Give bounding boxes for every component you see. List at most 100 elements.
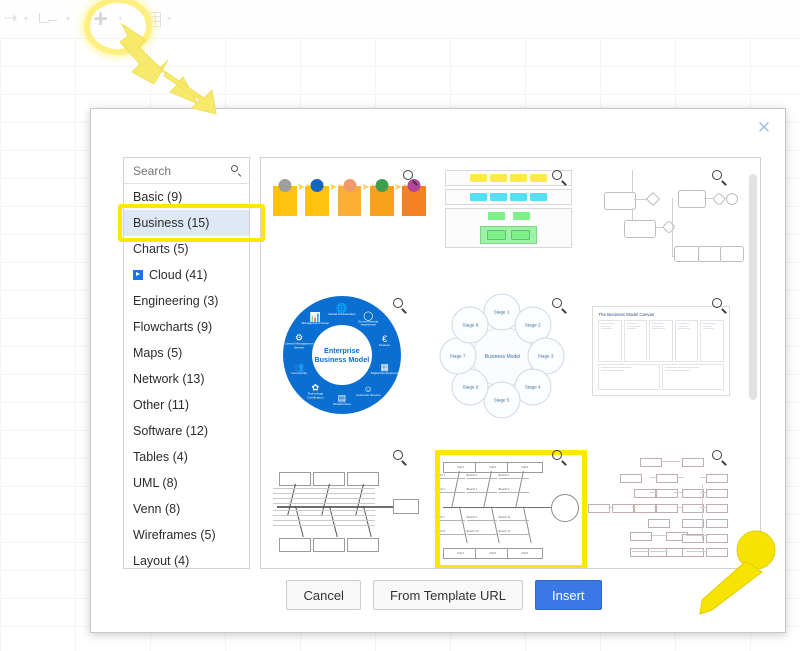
template-thumb-bpmn-flow[interactable] xyxy=(586,164,744,292)
close-icon[interactable]: ✕ xyxy=(755,119,773,137)
sidebar-item-basic[interactable]: Basic (9) xyxy=(124,184,249,210)
zoom-preview-icon[interactable] xyxy=(552,170,566,184)
enterprise-circle-graphic: Enterprise Business Model 🌐 Global Partne… xyxy=(282,296,401,414)
dialog-footer: Cancel From Template URL Insert xyxy=(91,580,785,610)
toolbar-add-tool[interactable]: + ▼ xyxy=(93,4,124,33)
template-thumb-fishbone-cause-effect[interactable]: Cell 1 Branch 1 Branch 2 Cell 4 Branch 7 Bran… xyxy=(427,444,587,568)
category-label: UML (8) xyxy=(133,476,178,490)
template-thumbnail-panel: ➤➤ ➤➤ ➤➤ ➤➤ xyxy=(260,157,761,569)
search-input[interactable] xyxy=(131,162,231,179)
sidebar-item-engineering[interactable]: Engineering (3) xyxy=(124,288,249,314)
zoom-preview-icon[interactable] xyxy=(392,450,407,464)
toolbar-waypoint-tool[interactable]: ▼ xyxy=(39,12,72,26)
category-label: Business (15) xyxy=(133,216,210,230)
category-label: Maps (5) xyxy=(133,346,183,360)
network-node xyxy=(706,534,729,543)
zoom-preview-icon[interactable] xyxy=(392,298,407,312)
toolbar-table-tool[interactable]: ▼ xyxy=(145,11,173,27)
sidebar-item-maps[interactable]: Maps (5) xyxy=(124,340,249,366)
sidebar-item-business[interactable]: Business (15) xyxy=(124,210,249,236)
stage-center-label: Business Model xyxy=(484,353,521,360)
sidebar-item-layout[interactable]: Layout (4) xyxy=(124,548,249,568)
fishbone-branch-line xyxy=(341,525,375,526)
zoom-preview-icon[interactable] xyxy=(712,450,726,464)
zoom-preview-icon[interactable] xyxy=(552,450,566,464)
fishbone-branch-label: Branch 9 xyxy=(466,516,478,519)
category-label: Engineering (3) xyxy=(133,294,219,308)
enterprise-node-label: Infrastructure xyxy=(332,402,351,407)
fishbone-effect-box xyxy=(393,499,419,514)
enterprise-node-label: Customer Service xyxy=(355,393,381,398)
template-picker-dialog: ✕ Basic (9) Business (15) Charts (5) Cloud … xyxy=(90,108,786,633)
plus-icon: + xyxy=(93,4,108,33)
network-node xyxy=(706,489,729,498)
sidebar-item-network[interactable]: Network (13) xyxy=(124,366,249,392)
sidebar-item-venn[interactable]: Venn (8) xyxy=(124,496,249,522)
network-node xyxy=(656,474,679,483)
stage-node: Stage 8 xyxy=(451,306,489,344)
fishbone-branch-line xyxy=(498,478,529,479)
network-edge xyxy=(650,535,669,536)
search-icon xyxy=(231,165,242,176)
fishbone-branch-label: Branch 3 xyxy=(466,474,478,477)
enterprise-node-label: Finance xyxy=(379,343,391,348)
template-thumb-process-chain[interactable]: ➤➤ ➤➤ ➤➤ ➤➤ xyxy=(267,164,427,292)
network-node xyxy=(682,458,705,467)
toolbar-arrow-tool[interactable]: ⇢ ▼ xyxy=(4,11,29,27)
thumbnail-scrollbar[interactable] xyxy=(749,160,757,568)
fishbone-branch-line xyxy=(341,493,375,494)
enterprise-node: ✿ Technology Certification xyxy=(300,383,330,400)
sidebar-item-software[interactable]: Software (12) xyxy=(124,418,249,444)
fishbone-branch-label: Branch 12 xyxy=(498,530,511,533)
network-edge xyxy=(660,461,681,462)
from-template-url-button[interactable]: From Template URL xyxy=(372,580,524,610)
fishbone-branch-line xyxy=(307,510,341,511)
scrollbar-thumb[interactable] xyxy=(749,174,757,400)
template-scroll-area[interactable]: ➤➤ ➤➤ ➤➤ ➤➤ xyxy=(261,158,760,568)
sidebar-item-uml[interactable]: UML (8) xyxy=(124,470,249,496)
sidebar-item-tables[interactable]: Tables (4) xyxy=(124,444,249,470)
zoom-preview-icon[interactable] xyxy=(712,170,726,184)
zoom-preview-icon[interactable] xyxy=(552,298,566,312)
fishbone-branch-line xyxy=(307,488,341,489)
zoom-preview-icon[interactable] xyxy=(712,298,726,312)
template-thumb-fishbone-wide[interactable] xyxy=(267,444,419,568)
fishbone-branch-line xyxy=(434,520,465,521)
template-thumb-business-model-stages[interactable]: Business Model Stage 1 Stage 2 Stage 3 Stag… xyxy=(427,292,577,444)
network-node xyxy=(706,519,729,528)
sidebar-item-flowcharts[interactable]: Flowcharts (9) xyxy=(124,314,249,340)
template-thumb-business-model-canvas[interactable]: The Business Model Canvas xyxy=(586,292,736,444)
sidebar-item-cloud[interactable]: Cloud (41) xyxy=(124,262,249,288)
cancel-button[interactable]: Cancel xyxy=(286,580,361,610)
insert-button[interactable]: Insert xyxy=(535,580,602,610)
sidebar-item-other[interactable]: Other (11) xyxy=(124,392,249,418)
table-row-cyan xyxy=(445,189,572,205)
category-label: Layout (4) xyxy=(133,554,190,568)
fishbone-rib xyxy=(490,506,500,544)
sidebar-item-wireframes[interactable]: Wireframes (5) xyxy=(124,522,249,548)
fishbone-cause-box: Cell 6 xyxy=(506,548,543,559)
zoom-preview-icon[interactable] xyxy=(403,170,417,184)
fishbone-branch-line xyxy=(273,525,307,526)
sidebar-item-charts[interactable]: Charts (5) xyxy=(124,236,249,262)
fishbone-branch-line xyxy=(341,488,375,489)
template-thumb-color-table[interactable] xyxy=(437,164,576,292)
network-edge xyxy=(650,477,659,478)
network-edge xyxy=(632,507,637,508)
fishbone-branch-label: Branch 2 xyxy=(434,488,446,491)
arrow-icon: ⇢ xyxy=(4,10,18,27)
network-edge xyxy=(608,507,615,508)
fishbone-branch-line xyxy=(498,520,529,521)
template-thumb-enterprise-business-model[interactable]: Enterprise Business Model 🌐 Global Partne… xyxy=(267,292,417,444)
fishbone-branch-line xyxy=(498,492,529,493)
chevron-down-icon: ▼ xyxy=(64,15,72,23)
network-edge xyxy=(686,535,709,536)
fishbone-branch-line xyxy=(341,503,375,504)
fishbone-branch-line xyxy=(307,503,341,504)
template-row: Cell 1 Branch 1 Branch 2 Cell 4 Branch 7 Bran… xyxy=(267,444,746,568)
search-row[interactable] xyxy=(124,158,249,184)
template-thumb-network-tree[interactable] xyxy=(586,444,736,568)
network-node xyxy=(682,519,705,528)
expand-play-icon[interactable] xyxy=(133,270,143,280)
network-node xyxy=(706,474,729,483)
